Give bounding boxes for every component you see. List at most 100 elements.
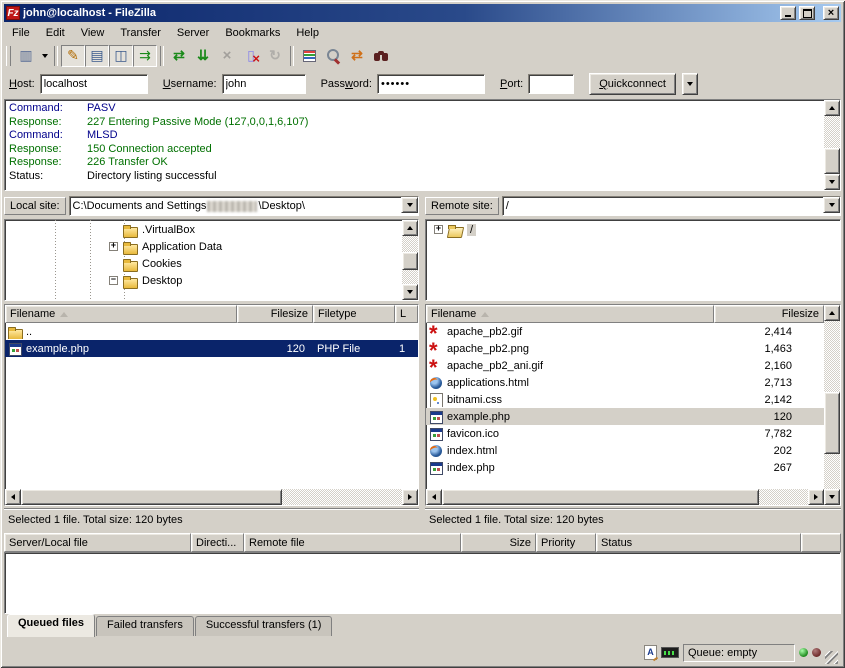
remote-list-vscrollbar[interactable] [824,305,840,505]
maximize-button[interactable] [799,6,815,20]
title-bar[interactable]: Fz john@localhost - FileZilla × [4,4,841,22]
scrollbar-track[interactable] [824,116,840,174]
scrollbar-thumb[interactable] [402,252,418,270]
username-input[interactable] [222,74,306,94]
synchronized-browsing-button[interactable] [345,45,369,67]
tree-expander[interactable]: + [109,242,118,251]
cancel-button[interactable] [215,45,239,67]
site-manager-button[interactable] [14,45,38,67]
quickconnect-dropdown-button[interactable] [682,73,698,95]
menu-view[interactable]: View [73,25,113,41]
tab-queued-files[interactable]: Queued files [7,614,95,637]
scroll-down-button[interactable] [824,174,840,190]
tab-successful-transfers-1[interactable]: Successful transfers (1) [195,616,333,636]
disconnect-button[interactable] [239,45,263,67]
toggle-remote-tree-button[interactable] [109,45,133,67]
toggle-message-log-button[interactable] [61,45,85,67]
column-header-filename[interactable]: Filename [5,305,237,323]
reconnect-button[interactable] [263,45,287,67]
tree-expander[interactable]: − [109,276,118,285]
menu-help[interactable]: Help [288,25,327,41]
password-input[interactable] [377,74,485,94]
file-row-apache-pb2-ani-gif[interactable]: apache_pb2_ani.gif2,160 [426,357,824,374]
file-row-favicon-ico[interactable]: favicon.ico7,782 [426,425,824,442]
file-row-apache-pb2-png[interactable]: apache_pb2.png1,463 [426,340,824,357]
scroll-down-button[interactable] [824,489,840,505]
tree-item-cookies[interactable]: Cookies [5,255,402,272]
scroll-left-button[interactable] [426,489,442,505]
scroll-down-button[interactable] [402,284,418,300]
scroll-right-button[interactable] [808,489,824,505]
refresh-button[interactable] [167,45,191,67]
queue-column-directi[interactable]: Directi... [191,533,244,552]
tree-item-root[interactable]: + / [426,221,840,238]
remote-site-combo[interactable]: / [502,196,841,216]
host-input[interactable] [40,74,148,94]
file-row-apache-pb2-gif[interactable]: apache_pb2.gif2,414 [426,323,824,340]
file-name: apache_pb2.png [447,343,529,355]
port-input[interactable] [528,74,574,94]
toggle-transfer-queue-button[interactable] [133,45,157,67]
tree-item-application-data[interactable]: +Application Data [5,238,402,255]
chevron-down-icon [42,54,48,61]
queue-column-status[interactable]: Status [596,533,801,552]
queue-column-server-local-file[interactable]: Server/Local file [4,533,191,552]
menu-bookmarks[interactable]: Bookmarks [217,25,288,41]
menu-edit[interactable]: Edit [38,25,73,41]
site-manager-dropdown-button[interactable] [38,45,51,67]
menu-transfer[interactable]: Transfer [112,25,169,41]
scroll-up-button[interactable] [824,100,840,116]
scrollbar-track[interactable] [402,236,418,284]
menu-file[interactable]: File [4,25,38,41]
scrollbar-thumb[interactable] [824,392,840,454]
remote-site-dropdown-button[interactable] [823,197,840,213]
scroll-up-button[interactable] [824,305,840,321]
scroll-up-button[interactable] [402,220,418,236]
filter-button[interactable] [297,45,321,67]
scroll-left-button[interactable] [5,489,21,505]
local-list-hscrollbar[interactable] [5,489,418,505]
queue-column-size[interactable]: Size [461,533,536,552]
tab-failed-transfers[interactable]: Failed transfers [96,616,194,636]
queue-column-remote-file[interactable]: Remote file [244,533,461,552]
scroll-right-button[interactable] [402,489,418,505]
file-name: example.php [447,411,510,423]
column-header-filename[interactable]: Filename [426,305,714,323]
scrollbar-track[interactable] [824,321,840,489]
tree-expander[interactable]: + [434,225,443,234]
file-row-index-html[interactable]: index.html202 [426,442,824,459]
resize-grip[interactable] [825,651,838,664]
scrollbar-thumb[interactable] [442,489,759,505]
file-row-applications-html[interactable]: applications.html2,713 [426,374,824,391]
close-button[interactable]: × [823,6,839,20]
scrollbar-track[interactable] [21,489,402,505]
file-row-bitnami-css[interactable]: bitnami.css2,142 [426,391,824,408]
scrollbar-track[interactable] [442,489,808,505]
tree-item-virtualbox[interactable]: .VirtualBox [5,221,402,238]
process-queue-button[interactable] [191,45,215,67]
minimize-button[interactable] [780,6,796,20]
file-row-example-php[interactable]: example.php120PHP File1 [5,340,418,357]
queue-column-priority[interactable]: Priority [536,533,596,552]
column-header-filesize[interactable]: Filesize [237,305,313,323]
scrollbar-thumb[interactable] [21,489,282,505]
scrollbar-thumb[interactable] [824,148,840,174]
column-header-filesize[interactable]: Filesize [714,305,824,323]
file-row-example-php[interactable]: example.php120 [426,408,824,425]
tree-item-desktop[interactable]: −Desktop [5,272,402,289]
column-header-filetype[interactable]: Filetype [313,305,395,323]
local-site-dropdown-button[interactable] [401,197,418,213]
toggle-local-tree-button[interactable] [85,45,109,67]
find-files-button[interactable] [369,45,393,67]
toolbar-grip[interactable] [6,46,11,66]
message-log-scrollbar[interactable] [824,100,840,190]
menu-server[interactable]: Server [169,25,217,41]
file-row-item[interactable]: .. [5,323,418,340]
column-header-l[interactable]: L [395,305,418,323]
file-row-index-php[interactable]: index.php267 [426,459,824,476]
quickconnect-button[interactable]: Quickconnect [589,73,676,95]
local-site-combo[interactable]: C:\Documents and Settings\Desktop\ [69,196,419,216]
local-tree-scrollbar[interactable] [402,220,418,300]
remote-list-hscrollbar[interactable] [426,489,824,505]
directory-comparison-button[interactable] [321,45,345,67]
